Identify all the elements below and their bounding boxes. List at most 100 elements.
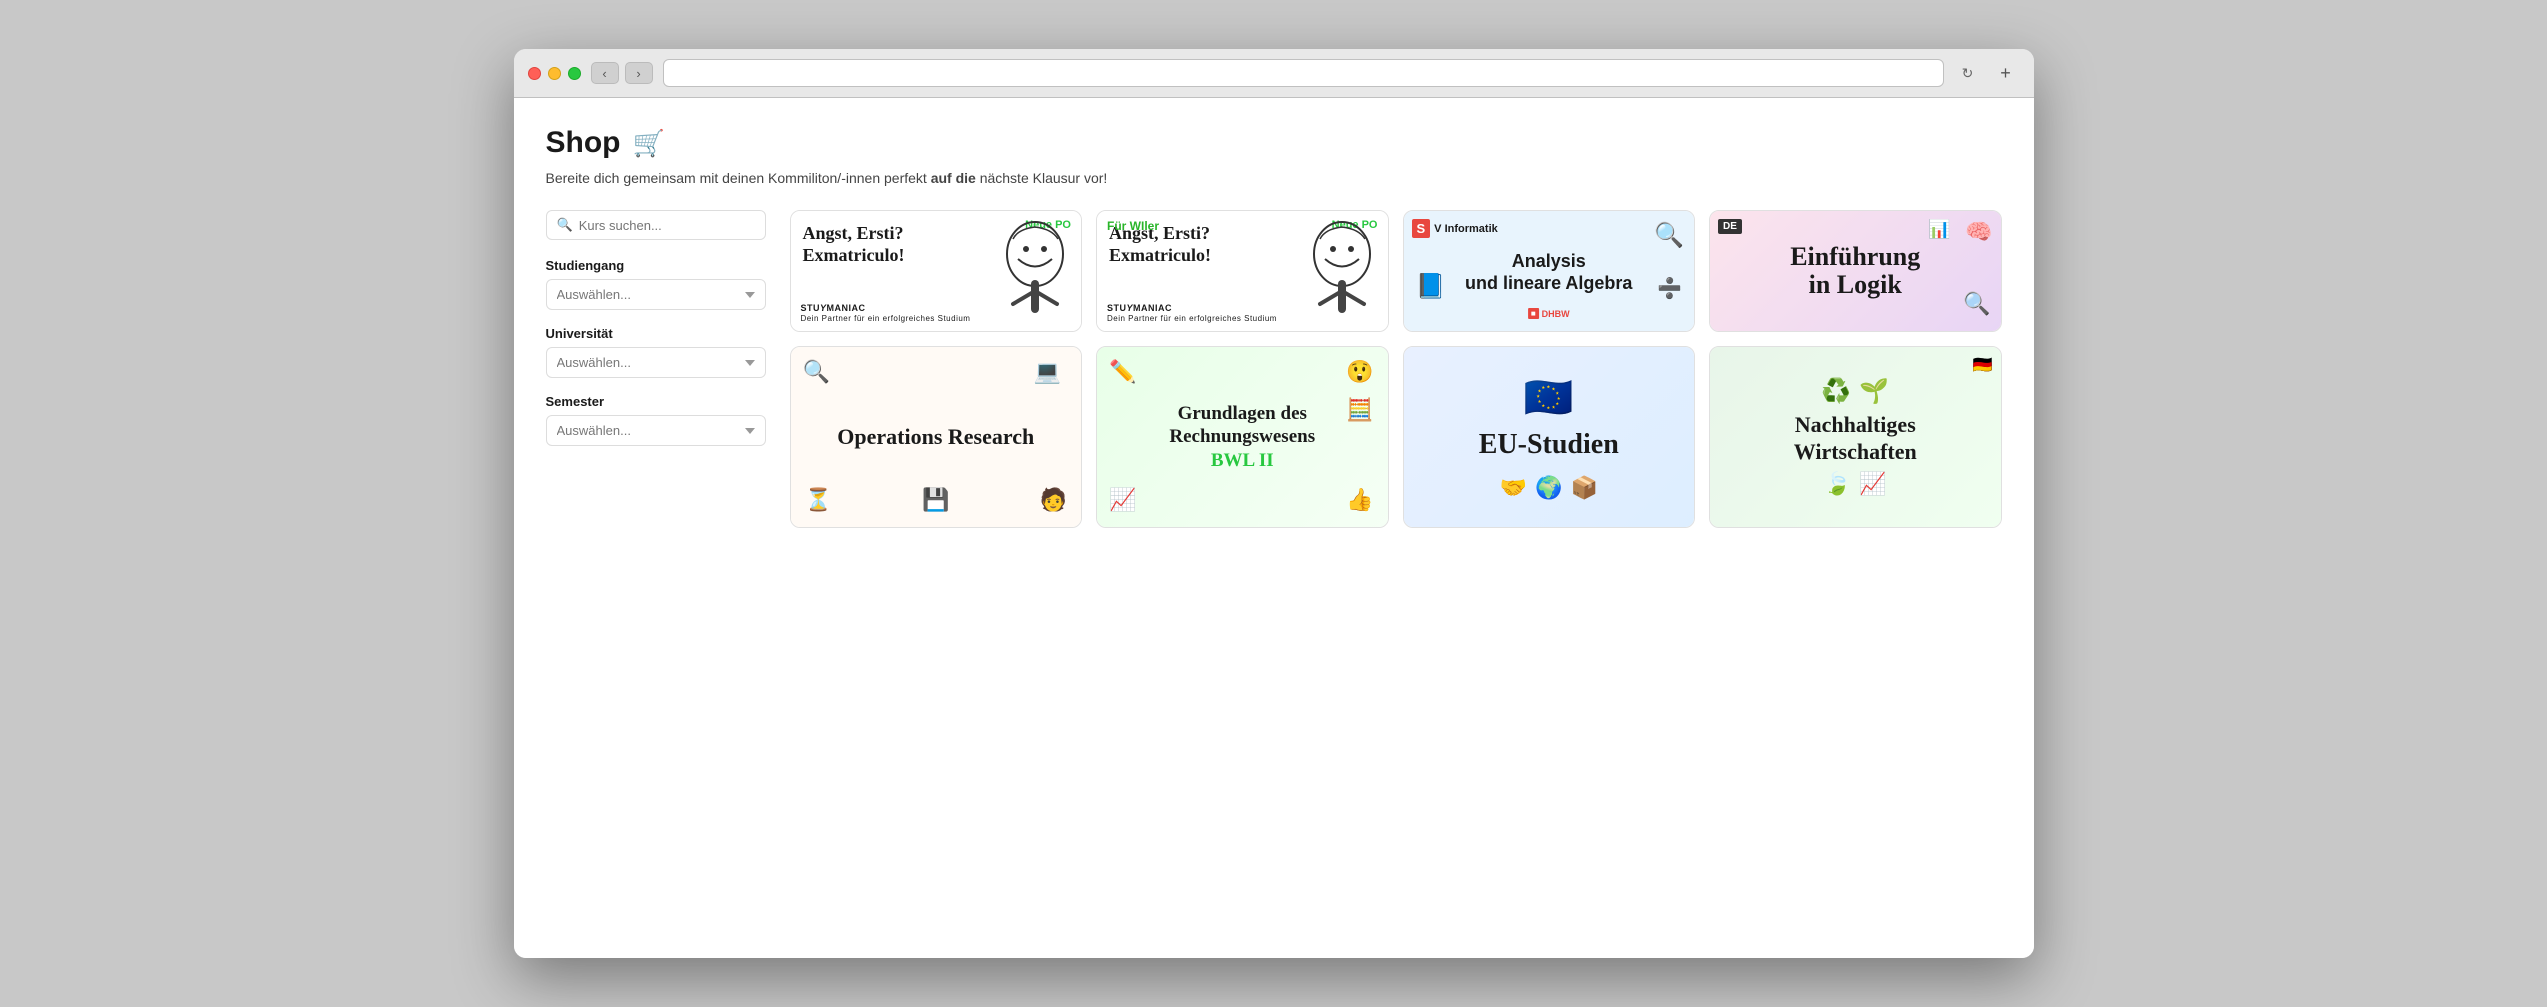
search-icon-logik: 🔍 [1963, 291, 1990, 317]
cart-icon: 🛒 [633, 128, 665, 159]
divide-icon: ➗ [1657, 276, 1682, 301]
course-card-logik[interactable]: DE 🧠 📊 Einführungin Logik 🔍 Einführung i… [1709, 210, 2002, 332]
filter-universitaet-label: Universität [546, 326, 766, 341]
magnifier-icon: 🔍 [803, 359, 830, 385]
card-image-nachhaltiges: 🇩🇪 ♻️ 🌱 NachhaltigesWirtschaften 🍃 📈 [1710, 347, 2001, 527]
chart-icon: 📈 [1109, 487, 1136, 513]
recycle-icon: ♻️ [1821, 377, 1851, 406]
card-image-analysis-wiler: Für WIler Neue PO Angst, Ersti?Exmatricu… [1097, 211, 1388, 331]
rechnung-title: Grundlagen desRechnungswesensBWL II [1169, 402, 1315, 473]
course-card-analysis-algebra[interactable]: S V Informatik 🔍 Analysisund lineare Alg… [1403, 210, 1696, 332]
card-image-operations-research: 🔍 💻 Operations Research ⏳ 💾 🧑 [791, 347, 1082, 527]
sv-logo-box: S [1412, 219, 1431, 238]
search-box[interactable]: 🔍 [546, 210, 766, 240]
sv-logo-text: V Informatik [1434, 223, 1498, 235]
algebra-title: Analysisund lineare Algebra [1433, 251, 1665, 294]
bottom-icons: 🍃 📈 [1824, 471, 1887, 497]
laptop-icon: 💻 [1034, 359, 1061, 385]
chart-icons: 📊 [1928, 219, 1950, 240]
page-title: Shop [546, 126, 621, 160]
leaf-icon: 🍃 [1824, 471, 1851, 497]
card-info-bwl2: BWL2 - Grundlagen des Rechnungswesens 5.… [1097, 527, 1388, 528]
filter-semester-label: Semester [546, 394, 766, 409]
card-info-logik: Einführung in Logik Gratis [1710, 331, 2001, 332]
eu-flag-icon: 🇪🇺 [1524, 374, 1574, 421]
maximize-button[interactable] [568, 67, 581, 80]
german-flag-icon: 🇩🇪 [1973, 355, 1993, 375]
nav-buttons: ‹ › [591, 62, 653, 84]
hourglass-icon: ⏳ [805, 487, 832, 513]
fur-wiler-badge: Für WIler [1107, 219, 1159, 233]
filter-semester: Semester Auswählen... [546, 394, 766, 446]
brand-logo: STUYMANIACDein Partner für ein erfolgrei… [1107, 303, 1277, 323]
eu-title: EU-Studien [1479, 429, 1619, 461]
box-icon: 📦 [1570, 475, 1597, 501]
card-info-analysis-algebra: Analysis und lineare Algebra Gratis [1404, 331, 1695, 332]
course-card-bwl2[interactable]: ✏️ 😲 🧮 Grundlagen desRechnungswesensBWL … [1096, 346, 1389, 528]
ops-title: Operations Research [837, 424, 1034, 450]
card-info-analysis-wiwi: Analysis für Wirtschaftswissenschaftler … [791, 331, 1082, 332]
address-bar[interactable] [663, 59, 1944, 87]
face-sketch [1305, 219, 1380, 314]
card-image-eu-studien: 🇪🇺 EU-Studien 🤝 🌍 📦 [1404, 347, 1695, 527]
filter-universitaet: Universität Auswählen... [546, 326, 766, 378]
back-button[interactable]: ‹ [591, 62, 619, 84]
page-subtitle: Bereite dich gemeinsam mit deinen Kommil… [546, 170, 2002, 186]
de-badge: DE [1718, 219, 1742, 234]
abacus-icon: 🧮 [1346, 397, 1373, 423]
filter-studiengang: Studiengang Auswählen... [546, 258, 766, 310]
filter-universitaet-select[interactable]: Auswählen... [546, 347, 766, 378]
page-content: Shop 🛒 Bereite dich gemeinsam mit deinen… [514, 98, 2034, 958]
main-layout: 🔍 Studiengang Auswählen... Universität A… [546, 210, 2002, 528]
course-card-analysis-wiwi[interactable]: Neue PO Angst, Ersti?Exmatriculo! [790, 210, 1083, 332]
filter-studiengang-label: Studiengang [546, 258, 766, 273]
brand-logo: STUYMANIACDein Partner für ein erfolgrei… [801, 303, 971, 323]
chart-up-icon: 📈 [1859, 471, 1886, 497]
eu-decorations: 🤝 🌍 📦 [1500, 475, 1598, 501]
course-card-analysis-wiler[interactable]: Für WIler Neue PO Angst, Ersti?Exmatricu… [1096, 210, 1389, 332]
nach-title: NachhaltigesWirtschaften [1794, 412, 1917, 465]
courses-grid: Neue PO Angst, Ersti?Exmatriculo! [790, 210, 2002, 528]
top-icons: ♻️ 🌱 [1821, 377, 1889, 406]
card-info-analysis-wiler: Analysis für WiWis (für WIler) 25.00€ 🏛 … [1097, 331, 1388, 332]
filter-studiengang-select[interactable]: Auswählen... [546, 279, 766, 310]
forward-button[interactable]: › [625, 62, 653, 84]
logik-title: Einführungin Logik [1790, 243, 1920, 300]
handshake-icon: 🤝 [1500, 475, 1527, 501]
sidebar: 🔍 Studiengang Auswählen... Universität A… [546, 210, 766, 528]
face-sketch [998, 219, 1073, 314]
browser-chrome: ‹ › ↻ + [514, 49, 2034, 98]
course-card-nachhaltiges[interactable]: 🇩🇪 ♻️ 🌱 NachhaltigesWirtschaften 🍃 📈 Nac… [1709, 346, 2002, 528]
minimize-button[interactable] [548, 67, 561, 80]
card-image-logik: DE 🧠 📊 Einführungin Logik 🔍 [1710, 211, 2001, 331]
course-card-operations-research[interactable]: 🔍 💻 Operations Research ⏳ 💾 🧑 Operations… [790, 346, 1083, 528]
card-main-text: Angst, Ersti?Exmatriculo! [803, 223, 905, 266]
brain-icon: 🧠 [1965, 219, 1992, 245]
sprout-icon: 🌱 [1859, 377, 1889, 406]
search-input[interactable] [579, 218, 755, 233]
page-title-row: Shop 🛒 [546, 126, 2002, 160]
sv-logo: S V Informatik [1412, 219, 1498, 238]
book-icon: 📘 [1416, 272, 1446, 301]
card-image-bwl2: ✏️ 😲 🧮 Grundlagen desRechnungswesensBWL … [1097, 347, 1388, 527]
card-image-analysis-wiwi: Neue PO Angst, Ersti?Exmatriculo! [791, 211, 1082, 331]
card-image-analysis-algebra: S V Informatik 🔍 Analysisund lineare Alg… [1404, 211, 1695, 331]
search-decoration: 🔍 [1654, 221, 1684, 250]
search-icon: 🔍 [557, 217, 573, 233]
globe-icon: 🌍 [1535, 475, 1562, 501]
close-button[interactable] [528, 67, 541, 80]
traffic-lights [528, 67, 581, 80]
card-info-nachhaltiges: Nachhaltiges Wirtschaften 5.00€ 🏛 FH Mün… [1710, 527, 2001, 528]
reload-button[interactable]: ↻ [1954, 62, 1982, 84]
pen-icon: ✏️ [1109, 359, 1136, 385]
course-card-eu-studien[interactable]: 🇪🇺 EU-Studien 🤝 🌍 📦 EU-Studien 5.00€ [1403, 346, 1696, 528]
filter-semester-select[interactable]: Auswählen... [546, 415, 766, 446]
new-tab-button[interactable]: + [1992, 62, 2020, 84]
thumbsup-icon: 👍 [1346, 487, 1373, 513]
card-info-eu-studien: EU-Studien 5.00€ 🏛 FH Münster [1404, 527, 1695, 528]
card-info-operations-research: Operations Research 5.00€ 🏛 Uni Münster [791, 527, 1082, 528]
surprised-icon: 😲 [1346, 359, 1373, 385]
browser-window: ‹ › ↻ + Shop 🛒 Bereite dich gemeinsam mi… [514, 49, 2034, 958]
browser-titlebar: ‹ › ↻ + [528, 59, 2020, 87]
person-icon: 🧑 [1040, 487, 1067, 513]
